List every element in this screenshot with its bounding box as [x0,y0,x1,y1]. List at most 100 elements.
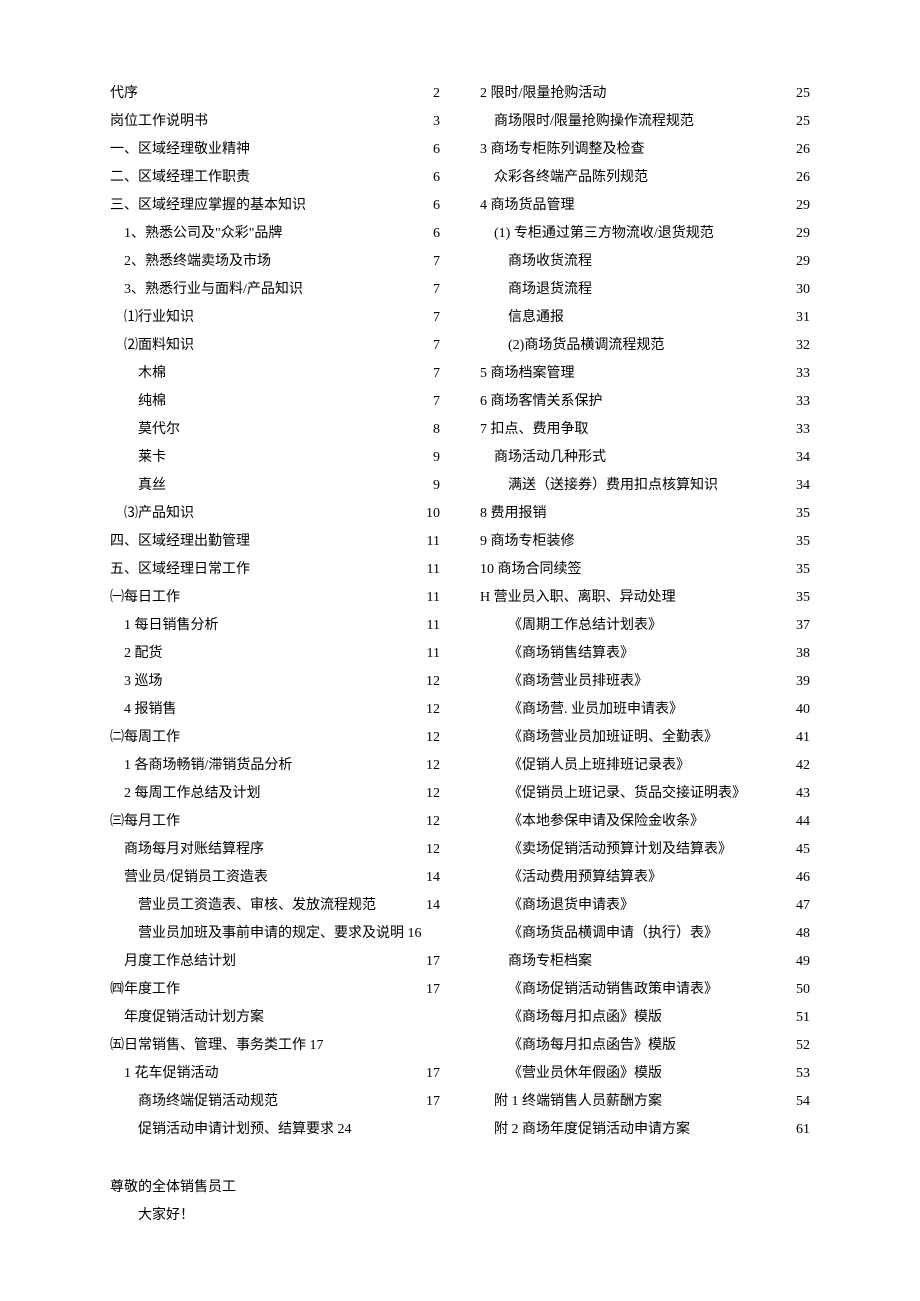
toc-label: 3、熟悉行业与面料/产品知识 [110,276,303,304]
toc-row: 《商场退货申请表》47 [480,892,810,920]
toc-label: 代序 [110,80,138,108]
toc-row: 《卖场促销活动预算计划及结算表》45 [480,836,810,864]
toc-label: 《商场退货申请表》 [480,892,634,920]
toc-label: 《商场货品横调申请（执行）表》 [480,920,718,948]
toc-label: 商场每月对账结算程序 [110,836,264,864]
toc-row: 附 2 商场年度促销活动申请方案61 [480,1116,810,1144]
toc-page: 32 [788,332,810,360]
toc-page: 29 [788,220,810,248]
toc-row: 促销活动申请计划预、结算要求 24 [110,1116,440,1144]
toc-row: 1、熟悉公司及"众彩"品牌6 [110,220,440,248]
toc-label: 9 商场专柜装修 [480,528,575,556]
toc-row: 3 巡场 12 [110,668,440,696]
toc-row: 纯棉 7 [110,388,440,416]
toc-label: 信息通报 [480,304,564,332]
toc-page: 6 [425,164,440,192]
toc-label: 《活动费用预算结算表》 [480,864,662,892]
toc-label: 1、熟悉公司及"众彩"品牌 [110,220,282,248]
toc-row: 《商场营. 业员加班申请表》40 [480,696,810,724]
toc-row: 2、熟悉终端卖场及市场7 [110,248,440,276]
toc-page: 7 [425,388,440,416]
toc-page: 35 [788,556,810,584]
toc-row: ㈠每日工作 11 [110,584,440,612]
toc-label: 四、区域经理出勤管理 [110,528,250,556]
toc-row: 附 1 终端销售人员薪酬方案54 [480,1088,810,1116]
toc-row: 《商场营业员排班表》39 [480,668,810,696]
toc-row: H 营业员入职、离职、异动处理35 [480,584,810,612]
toc-row: 1 花车促销活动17 [110,1060,440,1088]
toc-label: 《促销员上班记录、货品交接证明表》 [480,780,746,808]
toc-label: ⑵面料知识 [110,332,194,360]
toc-page: 12 [418,696,440,724]
toc-label: 商场专柜档案 [480,948,592,976]
toc-label: 促销活动申请计划预、结算要求 24 [110,1116,352,1144]
toc-row: 一、区域经理敬业精神6 [110,136,440,164]
toc-label: 3 巡场 [110,668,163,696]
toc-label: 《商场营业员加班证明、全勤表》 [480,724,718,752]
toc-label: 纯棉 [110,388,166,416]
toc-label: ⑶产品知识 [110,500,194,528]
toc-row: 五、区域经理日常工作11 [110,556,440,584]
toc-row: 9 商场专柜装修35 [480,528,810,556]
toc-page: 43 [788,780,810,808]
toc-page: 17 [418,1088,440,1116]
toc-page: 12 [418,724,440,752]
toc-row: 10 商场合同续签35 [480,556,810,584]
toc-label: 《商场营. 业员加班申请表》 [480,696,683,724]
toc-page: 8 [425,416,440,444]
toc-row: 《促销员上班记录、货品交接证明表》 43 [480,780,810,808]
toc-label: 1 各商场畅销/滞销货品分析 [110,752,292,780]
toc-label: ㈢每月工作 [110,808,180,836]
toc-row: 年度促销活动计划方案 [110,1004,440,1032]
toc-row: 真丝9 [110,472,440,500]
toc-row: 二、区域经理工作职责6 [110,164,440,192]
toc-row: 6 商场客情关系保护 33 [480,388,810,416]
toc-row: 3、熟悉行业与面料/产品知识7 [110,276,440,304]
toc-page: 9 [425,472,440,500]
toc-row: 四、区域经理出勤管理 11 [110,528,440,556]
toc-row: 《商场销售结算表》38 [480,640,810,668]
toc-label: 商场终端促销活动规范 [110,1088,278,1116]
toc-page: 35 [788,500,810,528]
toc-page: 12 [418,752,440,780]
toc-label: 附 2 商场年度促销活动申请方案 [480,1116,690,1144]
toc-page: 11 [419,584,440,612]
toc-row: 1 每日销售分析11 [110,612,440,640]
footer-text: 尊敬的全体销售员工 大家好！ [110,1174,810,1230]
toc-label: 1 每日销售分析 [110,612,219,640]
toc-page: 52 [788,1032,810,1060]
toc-label: 2 限时/限量抢购活动 [480,80,606,108]
toc-page: 14 [418,864,440,892]
toc-row: ⑵面料知识7 [110,332,440,360]
toc-label: 满送（送接券）费用扣点核算知识 [480,472,718,500]
toc-row: 营业员/促销员工资造表14 [110,864,440,892]
toc-page: 33 [788,388,810,416]
toc-label: 营业员工资造表、审核、发放流程规范 [110,892,376,920]
toc-label: 《商场营业员排班表》 [480,668,648,696]
toc-page: 29 [788,248,810,276]
toc-label: 《促销人员上班排班记录表》 [480,752,690,780]
toc-page: 11 [419,528,440,556]
toc-left-column: 代序2岗位工作说明书3一、区域经理敬业精神6二、区域经理工作职责6三、区域经理应… [110,80,440,1144]
toc-row: 8 费用报销35 [480,500,810,528]
toc-page: 9 [425,444,440,472]
toc-label: ㈠每日工作 [110,584,180,612]
toc-row: 3 商场专柜陈列调整及检查26 [480,136,810,164]
toc-label: 4 商场货品管理 [480,192,575,220]
toc-page: 17 [418,948,440,976]
toc-row: ㈤日常销售、管理、事务类工作 17 [110,1032,440,1060]
toc-label: ㈡每周工作 [110,724,180,752]
toc-page: 12 [418,668,440,696]
toc-label: 《商场每月扣点函》模版 [480,1004,662,1032]
toc-row: 《商场促销活动销售政策申请表》50 [480,976,810,1004]
toc-label: 商场收货流程 [480,248,592,276]
toc-row: 《促销人员上班排班记录表》42 [480,752,810,780]
toc-row: 2 每周工作总结及计划12 [110,780,440,808]
toc-label: 《营业员休年假函》模版 [480,1060,662,1088]
toc-row: (2)商场货品横调流程规范32 [480,332,810,360]
toc-label: ㈣年度工作 [110,976,180,1004]
toc-page: 3 [425,108,440,136]
toc-label: 2 每周工作总结及计划 [110,780,261,808]
toc-page: 33 [788,360,810,388]
toc-label: 6 商场客情关系保护 [480,388,603,416]
